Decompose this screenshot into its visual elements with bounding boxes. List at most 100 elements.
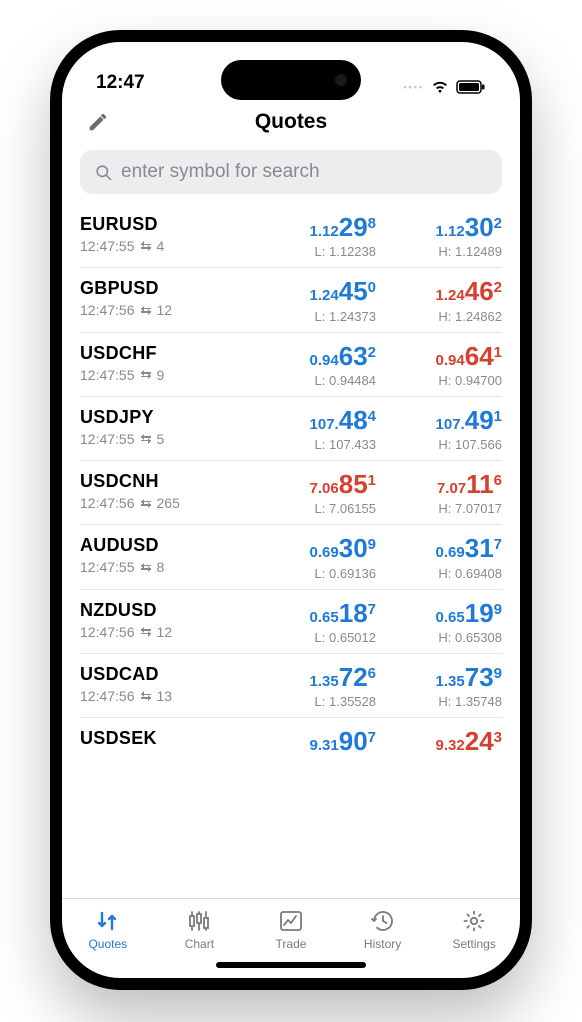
symbol: EURUSD [80,214,276,235]
spread-icon [141,436,151,441]
spread-value: 4 [157,238,165,254]
symbol: USDCNH [80,471,276,492]
symbol: USDJPY [80,407,276,428]
high-value: H: 1.12489 [394,244,502,259]
status-time: 12:47 [96,72,145,94]
high-value: H: 1.35748 [394,694,502,709]
cellular-dots-icon: •••• [403,82,424,92]
low-value: L: 7.06155 [276,501,376,516]
tab-chart[interactable]: Chart [154,899,246,960]
quote-row[interactable]: USDJPY 12:47:55 5 107.484 L: 107.433 107… [80,397,502,461]
low-value: L: 107.433 [276,437,376,452]
ask-price: 0.94641 [394,343,502,370]
quote-meta: 12:47:55 9 [80,367,276,383]
search-placeholder: enter symbol for search [121,161,320,183]
spread-value: 5 [157,431,165,447]
quote-row[interactable]: AUDUSD 12:47:55 8 0.69309 L: 0.69136 0.6… [80,525,502,589]
quote-meta: 12:47:56 12 [80,624,276,640]
quote-meta: 12:47:55 4 [80,238,276,254]
quote-time: 12:47:56 [80,624,135,640]
home-indicator [216,962,366,968]
ask-price: 1.12302 [394,214,502,241]
tab-label: Quotes [88,937,127,951]
quote-time: 12:47:55 [80,431,135,447]
history-icon [369,908,397,934]
page-title: Quotes [62,110,520,134]
ask-price: 107.491 [394,407,502,434]
quote-row[interactable]: USDSEK 9.31907 9.32243 [80,718,502,755]
bid-price: 0.69309 [276,535,376,562]
bid-price: 9.31907 [276,728,376,755]
screen: 12:47 •••• Quotes [62,42,520,978]
symbol: GBPUSD [80,278,276,299]
bid-price: 107.484 [276,407,376,434]
symbol: USDSEK [80,728,276,749]
quote-time: 12:47:56 [80,688,135,704]
spread-value: 8 [157,559,165,575]
symbol: USDCAD [80,664,276,685]
low-value: L: 1.24373 [276,309,376,324]
phone-frame: 12:47 •••• Quotes [50,30,532,990]
low-value: L: 1.12238 [276,244,376,259]
spread-icon [141,565,151,570]
spread-icon [141,501,151,506]
quote-meta: 12:47:55 8 [80,559,276,575]
quote-row[interactable]: NZDUSD 12:47:56 12 0.65187 L: 0.65012 0.… [80,590,502,654]
spread-icon [141,244,151,249]
bid-price: 1.24450 [276,278,376,305]
symbol: USDCHF [80,343,276,364]
tab-label: Chart [185,937,214,951]
quote-time: 12:47:56 [80,302,135,318]
quote-row[interactable]: EURUSD 12:47:55 4 1.12298 L: 1.12238 1.1… [80,204,502,268]
chart-icon [185,908,213,934]
tab-history[interactable]: History [337,899,429,960]
quote-meta: 12:47:56 13 [80,688,276,704]
quote-row[interactable]: GBPUSD 12:47:56 12 1.24450 L: 1.24373 1.… [80,268,502,332]
trade-icon [277,908,305,934]
search-input[interactable]: enter symbol for search [80,150,502,194]
quote-row[interactable]: USDCNH 12:47:56 265 7.06851 L: 7.06155 7… [80,461,502,525]
bid-price: 7.06851 [276,471,376,498]
quote-time: 12:47:55 [80,367,135,383]
tab-settings[interactable]: Settings [428,899,520,960]
ask-price: 1.35739 [394,664,502,691]
tab-label: History [364,937,401,951]
spread-value: 12 [157,302,173,318]
bid-price: 0.65187 [276,600,376,627]
spread-value: 12 [157,624,173,640]
quote-meta: 12:47:56 12 [80,302,276,318]
spread-icon [141,694,151,699]
quote-row[interactable]: USDCAD 12:47:56 13 1.35726 L: 1.35528 1.… [80,654,502,718]
search-icon [94,163,113,182]
low-value: L: 0.94484 [276,373,376,388]
ask-price: 1.24462 [394,278,502,305]
battery-icon [456,80,486,94]
quote-row[interactable]: USDCHF 12:47:55 9 0.94632 L: 0.94484 0.9… [80,333,502,397]
tab-quotes[interactable]: Quotes [62,899,154,960]
high-value: H: 7.07017 [394,501,502,516]
low-value: L: 1.35528 [276,694,376,709]
tab-label: Trade [276,937,307,951]
spread-icon [141,308,151,313]
ask-price: 7.07116 [394,471,502,498]
spread-value: 13 [157,688,173,704]
bid-price: 0.94632 [276,343,376,370]
quote-time: 12:47:55 [80,238,135,254]
ask-price: 0.65199 [394,600,502,627]
quotes-icon [94,908,122,934]
high-value: H: 0.69408 [394,566,502,581]
symbol: AUDUSD [80,535,276,556]
dynamic-island [221,60,361,100]
quote-time: 12:47:55 [80,559,135,575]
quote-time: 12:47:56 [80,495,135,511]
spread-value: 9 [157,367,165,383]
tab-trade[interactable]: Trade [245,899,337,960]
settings-icon [460,908,488,934]
quotes-list[interactable]: EURUSD 12:47:55 4 1.12298 L: 1.12238 1.1… [62,204,520,898]
ask-price: 0.69317 [394,535,502,562]
bid-price: 1.35726 [276,664,376,691]
spread-icon [141,372,151,377]
wifi-icon [430,80,450,94]
tab-label: Settings [452,937,495,951]
high-value: H: 0.65308 [394,630,502,645]
